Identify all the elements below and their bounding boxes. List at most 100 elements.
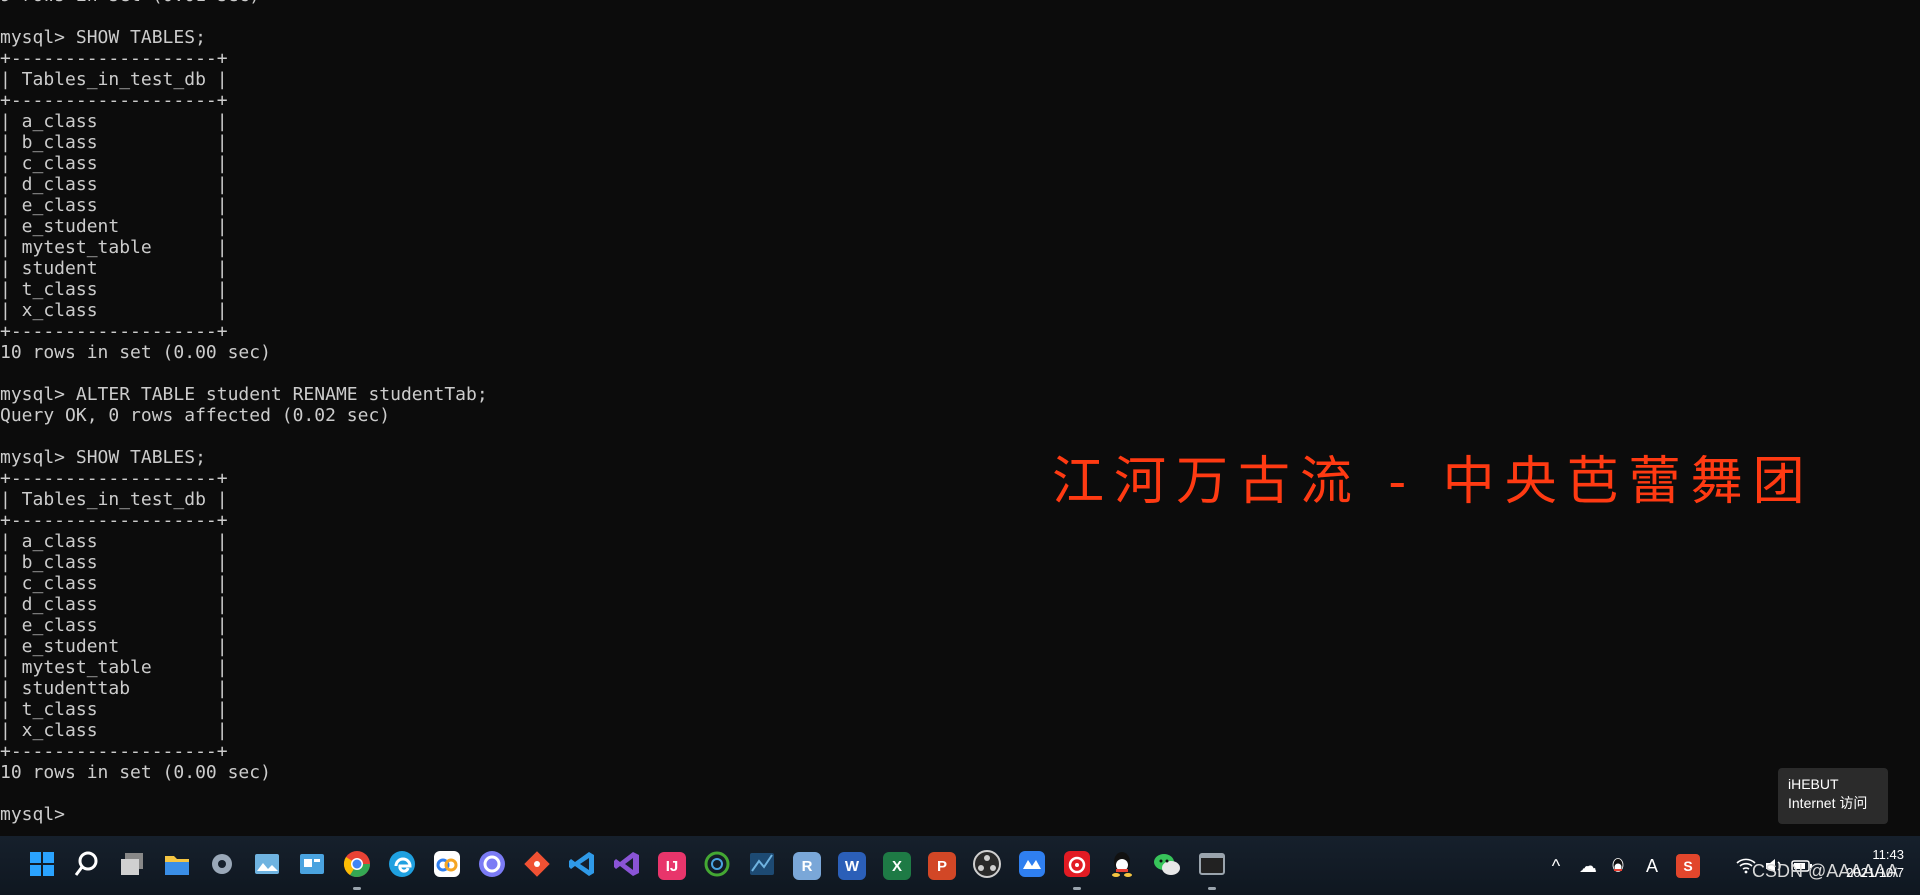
terminal-line: | x_class |: [0, 720, 228, 741]
taskbar-app-button[interactable]: [1147, 846, 1187, 886]
network-name: iHEBUT: [1788, 776, 1839, 792]
taskbar-app-button[interactable]: [697, 846, 737, 886]
taskbar-app-button[interactable]: [247, 846, 287, 886]
terminal-output: 9 rows in set (0.01 sec)mysql> SHOW TABL…: [0, 0, 488, 825]
word-icon: W: [838, 852, 866, 880]
running-indicator: [1073, 887, 1081, 890]
terminal-line: | b_class |: [0, 132, 228, 153]
taskbar-app-button[interactable]: [1012, 846, 1052, 886]
terminal-line: | mytest_table |: [0, 237, 228, 258]
taskbar-app-button[interactable]: [292, 846, 332, 886]
terminal-line: | Tables_in_test_db |: [0, 69, 228, 90]
terminal-line: Query OK, 0 rows affected (0.02 sec): [0, 405, 391, 426]
terminal-line: | e_class |: [0, 195, 228, 216]
search-icon: [72, 849, 102, 883]
taskbar-app-button[interactable]: [202, 846, 242, 886]
git-icon: [522, 849, 552, 883]
terminal-line: | Tables_in_test_db |: [0, 489, 228, 510]
terminal-line: mysql>: [0, 804, 76, 825]
chevron-up-icon[interactable]: ^: [1544, 854, 1568, 878]
terminal-line: | a_class |: [0, 531, 228, 552]
anaconda-icon: [702, 849, 732, 883]
browser-circle-icon: [477, 849, 507, 883]
taskbar-app-button[interactable]: [382, 846, 422, 886]
taskbar-app-button[interactable]: [1102, 846, 1142, 886]
terminal-line: 10 rows in set (0.00 sec): [0, 342, 271, 363]
terminal-line: 10 rows in set (0.00 sec): [0, 762, 271, 783]
qq-tray-icon[interactable]: [1606, 854, 1630, 878]
taskbar-app-button[interactable]: [967, 846, 1007, 886]
running-indicator: [353, 887, 361, 890]
visual-studio-icon: [612, 849, 642, 883]
baidu-netdisk-icon: [432, 849, 462, 883]
network-status: Internet 访问: [1788, 795, 1868, 811]
terminal-line: | mytest_table |: [0, 657, 228, 678]
chrome-icon: [342, 849, 372, 883]
netease-music-icon: [1062, 849, 1092, 883]
terminal-window[interactable]: 9 rows in set (0.01 sec)mysql> SHOW TABL…: [0, 0, 1920, 836]
intellij-idea-icon: IJ: [658, 852, 686, 880]
terminal-line: +-------------------+: [0, 321, 228, 342]
powerpoint-icon: P: [928, 852, 956, 880]
taskbar-app-button[interactable]: IJ: [652, 846, 692, 886]
terminal-line: | e_class |: [0, 615, 228, 636]
taskbar-app-button[interactable]: [112, 846, 152, 886]
terminal-line: | studenttab |: [0, 678, 228, 699]
obs-icon: [972, 849, 1002, 883]
taskbar-app-button[interactable]: P: [922, 846, 962, 886]
file-explorer-icon: [162, 849, 192, 883]
terminal-line: | d_class |: [0, 594, 228, 615]
taskbar-app-button[interactable]: [427, 846, 467, 886]
clock-time: 11:43: [1872, 847, 1904, 862]
wechat-icon: [1152, 849, 1182, 883]
taskbar-app-button[interactable]: [472, 846, 512, 886]
taskbar-app-button[interactable]: [742, 846, 782, 886]
terminal-line: | student |: [0, 258, 228, 279]
taskbar-app-button[interactable]: X: [877, 846, 917, 886]
taskbar-app-button[interactable]: W: [832, 846, 872, 886]
windows-start-icon: [27, 849, 57, 883]
feishu-icon: [1017, 849, 1047, 883]
sogou-input-icon[interactable]: S: [1676, 854, 1700, 878]
terminal-line: +-------------------+: [0, 468, 228, 489]
terminal-line: | e_student |: [0, 636, 228, 657]
terminal-line: mysql> SHOW TABLES;: [0, 27, 206, 48]
terminal-line: | t_class |: [0, 699, 228, 720]
taskbar-app-button[interactable]: [337, 846, 377, 890]
terminal-line: +-------------------+: [0, 48, 228, 69]
input-method-icon[interactable]: A: [1640, 854, 1664, 878]
running-indicator: [1208, 887, 1216, 890]
r-icon: R: [793, 852, 821, 880]
taskbar-app-button[interactable]: [22, 846, 62, 886]
terminal-line: | e_student |: [0, 216, 228, 237]
terminal-line: +-------------------+: [0, 741, 228, 762]
edge-icon: [387, 849, 417, 883]
taskbar-app-button[interactable]: [607, 846, 647, 886]
taskbar-app-button[interactable]: [1057, 846, 1097, 890]
terminal-icon: [1197, 849, 1227, 883]
terminal-line: | t_class |: [0, 279, 228, 300]
photos-icon: [252, 849, 282, 883]
terminal-line: mysql> SHOW TABLES;: [0, 447, 206, 468]
taskbar-app-button[interactable]: [157, 846, 197, 886]
taskbar-app-button[interactable]: [517, 846, 557, 886]
terminal-line: | a_class |: [0, 111, 228, 132]
taskbar-app-button[interactable]: R: [787, 846, 827, 886]
taskbar-app-button[interactable]: [67, 846, 107, 886]
taskbar-app-button[interactable]: [562, 846, 602, 886]
onedrive-cloud-icon[interactable]: ☁: [1576, 854, 1600, 878]
terminal-line: | d_class |: [0, 174, 228, 195]
clock-date: 2021/10/7: [1846, 865, 1904, 880]
clock[interactable]: 11:43 2021/10/7: [1846, 846, 1904, 882]
terminal-line: | c_class |: [0, 153, 228, 174]
vscode-icon: [567, 849, 597, 883]
network-status-toast[interactable]: iHEBUT Internet 访问: [1778, 768, 1888, 824]
matlab-icon: [747, 849, 777, 883]
taskbar-app-button[interactable]: [1192, 846, 1232, 890]
qq-icon: [1107, 849, 1137, 883]
taskbar: IJ R W X P ^ ☁ A S CSDN @AAAAAA 11:43 2021/10/7: [0, 836, 1920, 895]
